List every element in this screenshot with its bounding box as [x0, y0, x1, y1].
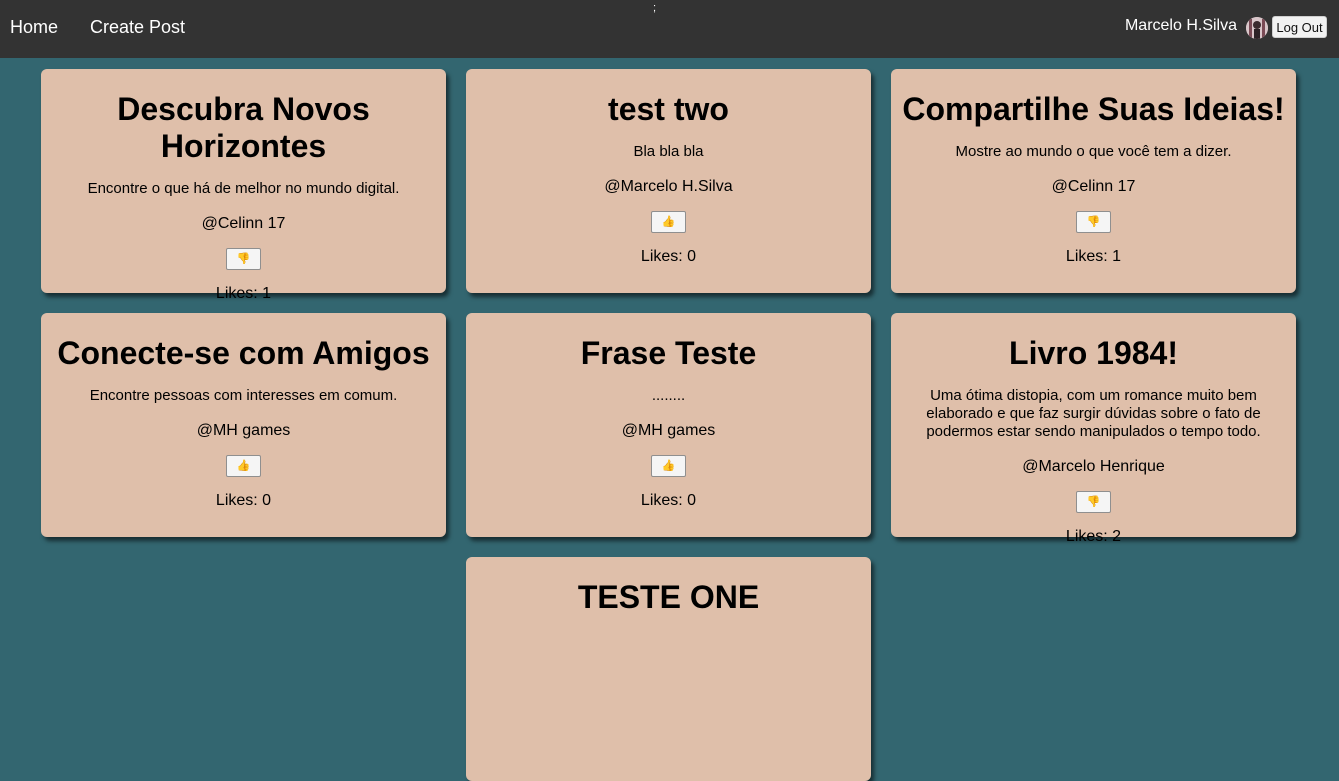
post-text: ........	[651, 387, 686, 404]
post-title: Descubra Novos Horizontes	[117, 91, 370, 164]
post-title: Compartilhe Suas Ideias!	[902, 91, 1285, 127]
post-likes: Likes: 0	[640, 248, 697, 265]
thumbs-up-button[interactable]: 👍	[651, 211, 686, 233]
post-title: test two	[608, 91, 729, 127]
post-likes: Likes: 1	[1065, 248, 1122, 265]
thumbs-up-button[interactable]: 👍	[226, 455, 261, 477]
post-author: @Marcelo H.Silva	[604, 178, 733, 195]
post-likes: Likes: 0	[640, 492, 697, 509]
nav-home-link[interactable]: Home	[10, 17, 58, 38]
nav-dot-text: ;	[653, 2, 657, 14]
logout-button[interactable]: Log Out	[1272, 16, 1327, 38]
thumbs-down-button[interactable]: 👎	[1076, 211, 1111, 233]
post-card: TESTE ONE	[466, 557, 871, 781]
thumbs-down-button[interactable]: 👎	[226, 248, 261, 270]
post-author: @MH games	[196, 422, 291, 439]
post-card: Frase Teste ........ @MH games 👍 Likes: …	[466, 313, 871, 537]
post-text: Encontre pessoas com interesses em comum…	[89, 387, 398, 404]
post-title: Livro 1984!	[1009, 335, 1178, 371]
post-likes: Likes: 1	[215, 285, 272, 302]
post-author: @MH games	[621, 422, 716, 439]
post-likes: Likes: 0	[215, 492, 272, 509]
post-card: Descubra Novos Horizontes Encontre o que…	[41, 69, 446, 302]
post-card: Compartilhe Suas Ideias! Mostre ao mundo…	[891, 69, 1296, 293]
post-title: Conecte-se com Amigos	[57, 335, 430, 371]
thumbs-up-button[interactable]: 👍	[651, 455, 686, 477]
post-card: Conecte-se com Amigos Encontre pessoas c…	[41, 313, 446, 537]
username-label: Marcelo H.Silva	[1124, 17, 1237, 34]
post-title: TESTE ONE	[577, 579, 760, 615]
post-text: Bla bla bla	[633, 143, 704, 160]
post-title: Frase Teste	[580, 335, 757, 371]
post-text: Uma ótima distopia, com um romance muito…	[926, 387, 1261, 440]
user-avatar-icon[interactable]	[1246, 17, 1268, 39]
post-card: Livro 1984! Uma ótima distopia, com um r…	[891, 313, 1296, 545]
post-card: test two Bla bla bla @Marcelo H.Silva 👍 …	[466, 69, 871, 293]
post-author: @Celinn 17	[1051, 178, 1136, 195]
post-text: Mostre ao mundo o que você tem a dizer.	[955, 143, 1232, 160]
post-likes: Likes: 2	[1065, 528, 1122, 545]
post-author: @Celinn 17	[201, 215, 286, 232]
nav-create-post-link[interactable]: Create Post	[90, 17, 185, 38]
thumbs-down-button[interactable]: 👎	[1076, 491, 1111, 513]
post-text: Encontre o que há de melhor no mundo dig…	[87, 180, 400, 197]
post-author: @Marcelo Henrique	[1022, 458, 1165, 475]
top-navbar: Home Create Post ; Marcelo H.Silva Log O…	[0, 0, 1339, 58]
